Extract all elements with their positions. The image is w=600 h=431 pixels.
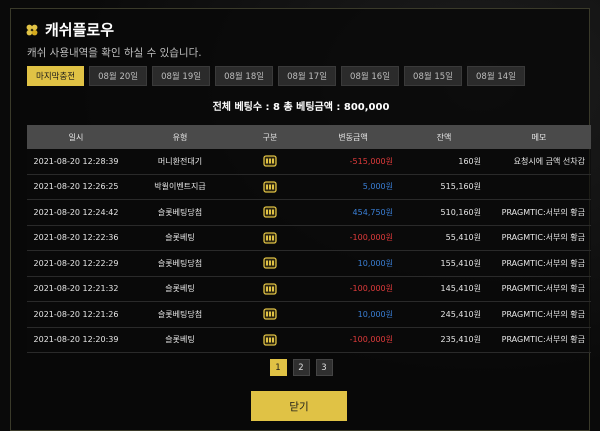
cashflow-table: 일시 유형 구분 변동금액 잔액 메모 2021-08-20 12:28:39 머… <box>27 125 591 353</box>
cell-amount: -515,000원 <box>305 149 401 175</box>
column-header-memo: 메모 <box>487 125 591 149</box>
page-1-button[interactable]: 1 <box>269 359 287 376</box>
cell-type: 슬롯베팅 <box>125 327 235 353</box>
cell-amount: 10,000원 <box>305 301 401 328</box>
pagination: 1 2 3 <box>11 359 591 376</box>
cell-memo: PRAGMTIC:서부의 황금 <box>487 327 591 353</box>
table-row: 2021-08-20 12:21:26 슬롯베팅당첨 10,000원 245,410원… <box>27 301 591 328</box>
slot-machine-icon <box>262 204 278 220</box>
cell-datetime: 2021-08-20 12:26:25 <box>27 174 125 200</box>
modal-subtitle: 캐쉬 사용내역을 확인 하실 수 있습니다. <box>27 47 202 59</box>
cell-balance: 155,410원 <box>401 250 487 277</box>
column-header-amount: 변동금액 <box>305 125 401 149</box>
cell-balance: 145,410원 <box>401 276 487 302</box>
tab-aug-19[interactable]: 08월 19일 <box>152 66 211 86</box>
table-row: 2021-08-20 12:22:36 슬롯베팅 -100,000원 55,410원 P… <box>27 225 591 251</box>
cell-amount: 454,750원 <box>305 199 401 226</box>
cell-balance: 160원 <box>401 149 487 175</box>
modal-title: 캐쉬플로우 <box>45 21 115 39</box>
cell-memo: PRAGMTIC:서부의 황금 <box>487 199 591 226</box>
page-2-button[interactable]: 2 <box>292 359 310 376</box>
cell-type: 머니환전대기 <box>125 149 235 175</box>
cell-memo: PRAGMTIC:서부의 황금 <box>487 250 591 277</box>
modal-header: 캐쉬플로우 <box>25 19 114 40</box>
cell-amount: -100,000원 <box>305 276 401 302</box>
slot-machine-icon <box>262 255 278 271</box>
cell-category <box>235 174 305 200</box>
cell-memo <box>487 174 591 200</box>
cell-amount: -100,000원 <box>305 225 401 251</box>
column-header-category: 구분 <box>235 125 305 149</box>
tab-aug-16[interactable]: 08월 16일 <box>341 66 400 86</box>
cell-datetime: 2021-08-20 12:24:42 <box>27 199 125 226</box>
cell-memo: PRAGMTIC:서부의 황금 <box>487 225 591 251</box>
cell-type: 슬롯베팅당첨 <box>125 199 235 226</box>
cell-amount: -100,000원 <box>305 327 401 353</box>
slot-machine-icon <box>262 332 278 348</box>
cell-datetime: 2021-08-20 12:20:39 <box>27 327 125 353</box>
slot-machine-icon <box>262 281 278 297</box>
cell-balance: 510,160원 <box>401 199 487 226</box>
cell-datetime: 2021-08-20 12:21:32 <box>27 276 125 302</box>
column-header-balance: 잔액 <box>401 125 487 149</box>
cell-category <box>235 149 305 175</box>
cell-type: 슬롯베팅 <box>125 225 235 251</box>
cell-type: 슬롯베팅당첨 <box>125 301 235 328</box>
close-button[interactable]: 닫기 <box>251 391 347 421</box>
cell-balance: 235,410원 <box>401 327 487 353</box>
betting-summary: 전체 베팅수 : 8 총 베팅금액 : 800,000 <box>212 102 390 113</box>
cell-balance: 55,410원 <box>401 225 487 251</box>
table-header-row: 일시 유형 구분 변동금액 잔액 메모 <box>27 125 591 149</box>
cell-category <box>235 225 305 251</box>
table-row: 2021-08-20 12:22:29 슬롯베팅당첨 10,000원 155,410원… <box>27 250 591 277</box>
table-row: 2021-08-20 12:21:32 슬롯베팅 -100,000원 145,410원… <box>27 276 591 302</box>
slot-machine-icon <box>262 153 278 169</box>
tab-last-charge[interactable]: 마지막충전 <box>27 66 85 86</box>
cell-type: 슬롯베팅당첨 <box>125 250 235 277</box>
cell-category <box>235 327 305 353</box>
cell-datetime: 2021-08-20 12:22:36 <box>27 225 125 251</box>
table-row: 2021-08-20 12:26:25 박윌이벤트지급 5,000원 515,160원 <box>27 174 591 200</box>
date-tabs: 마지막충전 08월 20일 08월 19일 08월 18일 08월 17일 08… <box>27 66 525 86</box>
tab-aug-17[interactable]: 08월 17일 <box>278 66 337 86</box>
tab-aug-18[interactable]: 08월 18일 <box>215 66 274 86</box>
page-3-button[interactable]: 3 <box>315 359 333 376</box>
cell-datetime: 2021-08-20 12:22:29 <box>27 250 125 277</box>
cell-category <box>235 199 305 226</box>
cell-memo: PRAGMTIC:서부의 황금 <box>487 276 591 302</box>
cell-category <box>235 276 305 302</box>
slot-machine-icon <box>262 179 278 195</box>
cell-datetime: 2021-08-20 12:21:26 <box>27 301 125 328</box>
tab-aug-14[interactable]: 08월 14일 <box>467 66 525 86</box>
cell-category <box>235 301 305 328</box>
table-row: 2021-08-20 12:20:39 슬롯베팅 -100,000원 235,410원… <box>27 327 591 353</box>
cell-balance: 245,410원 <box>401 301 487 328</box>
tab-aug-20[interactable]: 08월 20일 <box>89 66 148 86</box>
table-row: 2021-08-20 12:28:39 머니환전대기 -515,000원 160원 요청… <box>27 149 591 175</box>
cell-amount: 10,000원 <box>305 250 401 277</box>
cashflow-modal: 캐쉬플로우 캐쉬 사용내역을 확인 하실 수 있습니다. 마지막충전 08월 2… <box>10 8 591 431</box>
cell-memo: PRAGMTIC:서부의 황금 <box>487 301 591 328</box>
slot-machine-icon <box>262 230 278 246</box>
clover-icon <box>26 24 38 35</box>
cell-type: 박윌이벤트지급 <box>125 174 235 200</box>
cell-type: 슬롯베팅 <box>125 276 235 302</box>
table-row: 2021-08-20 12:24:42 슬롯베팅당첨 454,750원 510,160… <box>27 199 591 226</box>
column-header-type: 유형 <box>125 125 235 149</box>
cell-amount: 5,000원 <box>305 174 401 200</box>
cell-datetime: 2021-08-20 12:28:39 <box>27 149 125 175</box>
column-header-datetime: 일시 <box>27 125 125 149</box>
tab-aug-15[interactable]: 08월 15일 <box>404 66 463 86</box>
cell-balance: 515,160원 <box>401 174 487 200</box>
cell-category <box>235 250 305 277</box>
slot-machine-icon <box>262 306 278 322</box>
cell-memo: 요청시에 금액 선차감 <box>487 149 591 175</box>
